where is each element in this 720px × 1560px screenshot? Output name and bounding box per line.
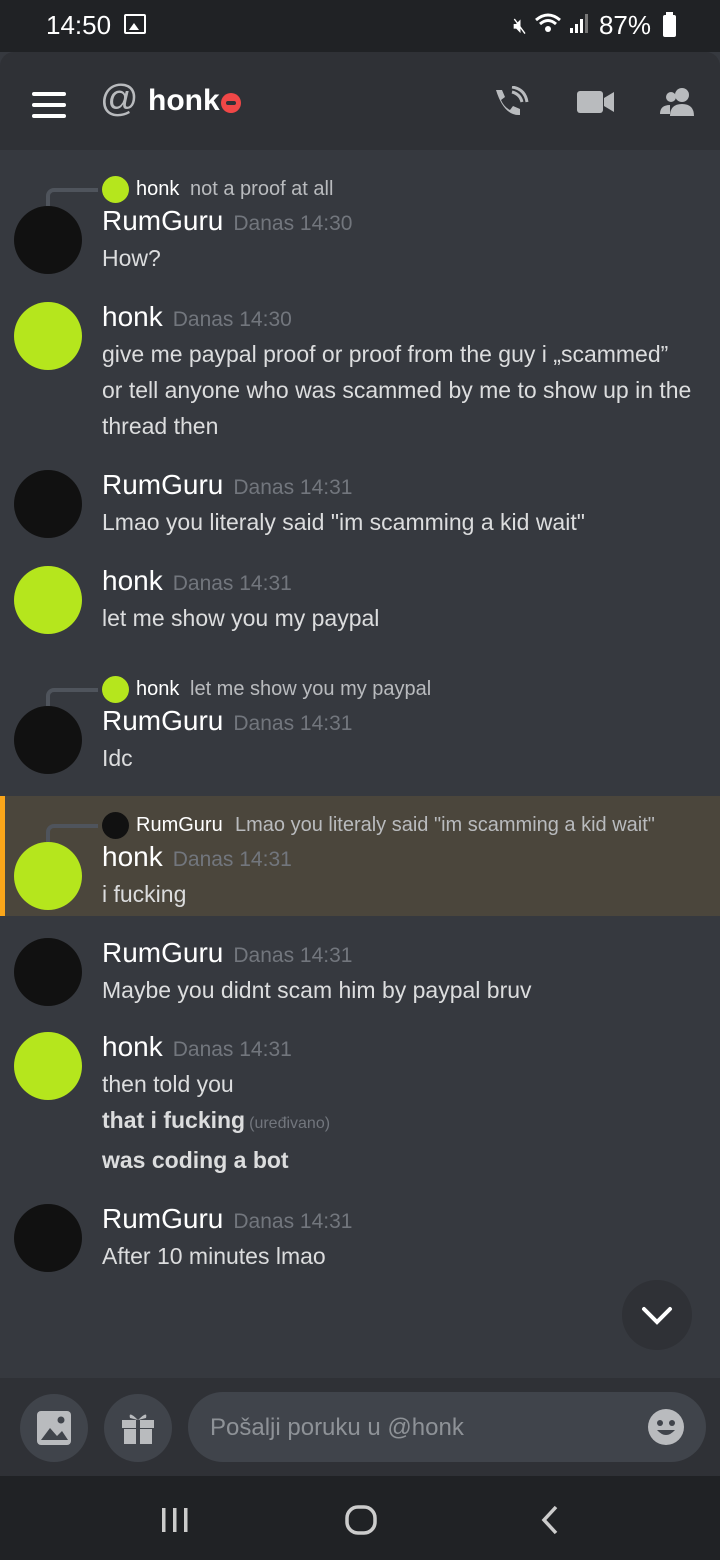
menu-icon[interactable] [32, 92, 66, 125]
video-call-icon[interactable] [576, 86, 616, 118]
timestamp: Danas 14:30 [172, 308, 292, 331]
at-icon: @ [100, 78, 139, 120]
avatar[interactable] [14, 706, 82, 774]
status-bar: 14:50 🔇︎ 87% [0, 0, 720, 52]
image-notification-icon [124, 14, 146, 34]
gift-icon [122, 1414, 154, 1444]
author-name[interactable]: honk [102, 565, 163, 596]
timestamp: Danas 14:30 [233, 212, 353, 235]
highlighted-message[interactable]: RumGuru Lmao you literaly said "im scamm… [0, 796, 720, 916]
back-icon[interactable] [538, 1504, 562, 1536]
avatar[interactable] [14, 938, 82, 1006]
timestamp: Danas 14:31 [172, 572, 292, 595]
message-text: Lmao you literaly said "im scamming a ki… [102, 509, 585, 535]
reply-avatar [102, 676, 129, 703]
avatar[interactable] [14, 842, 82, 910]
image-icon [37, 1411, 71, 1445]
signal-icon [569, 12, 591, 40]
message-text: i fucking [102, 881, 187, 907]
reply-author: RumGuru [136, 814, 223, 836]
author-name[interactable]: RumGuru [102, 1203, 223, 1234]
emoji-button[interactable] [648, 1409, 684, 1445]
message[interactable]: RumGuru Danas 14:31 Idc [0, 702, 720, 796]
message-text: then told you [102, 1071, 234, 1097]
avatar[interactable] [14, 470, 82, 538]
author-name[interactable]: honk [102, 1031, 163, 1062]
wifi-icon [534, 12, 561, 40]
chevron-down-icon [642, 1307, 672, 1325]
reply-text: Lmao you literaly said "im scamming a ki… [235, 814, 655, 836]
timestamp: Danas 14:31 [172, 1038, 292, 1061]
message-text: that i fucking [102, 1107, 246, 1133]
timestamp: Danas 14:31 [233, 712, 353, 735]
reply-author: honk [136, 678, 180, 700]
reply-author: honk [136, 178, 180, 200]
recent-apps-icon[interactable] [160, 1506, 190, 1534]
message[interactable]: RumGuru Danas 14:31 Maybe you didnt scam … [0, 916, 720, 1028]
members-icon[interactable] [658, 86, 698, 118]
message[interactable]: RumGuru Danas 14:31 After 10 minutes lmao [0, 1200, 720, 1294]
message[interactable]: honk Danas 14:31 then told you that i fuc… [0, 1028, 720, 1200]
timestamp: Danas 14:31 [233, 944, 353, 967]
author-name[interactable]: RumGuru [102, 205, 223, 236]
avatar[interactable] [14, 566, 82, 634]
reply-preview[interactable]: honk not a proof at all [0, 160, 720, 206]
author-name[interactable]: honk [102, 841, 163, 872]
timestamp: Danas 14:31 [172, 848, 292, 871]
jump-to-bottom-button[interactable] [622, 1280, 692, 1350]
message[interactable]: RumGuru Danas 14:31 Lmao you literaly sai… [0, 466, 720, 562]
timestamp: Danas 14:31 [233, 1210, 353, 1233]
avatar[interactable] [14, 302, 82, 370]
author-name[interactable]: RumGuru [102, 705, 223, 736]
avatar[interactable] [14, 1032, 82, 1100]
reply-avatar [102, 176, 129, 203]
mute-icon: 🔇︎ [513, 12, 527, 38]
author-name[interactable]: RumGuru [102, 469, 223, 500]
dm-title: honk [148, 84, 220, 117]
gift-button[interactable] [104, 1394, 172, 1462]
reply-text: let me show you my paypal [190, 678, 432, 700]
battery-icon [663, 11, 676, 37]
message[interactable]: honk Danas 14:31 let me show you my paypa… [0, 562, 720, 650]
message[interactable]: honk Danas 14:30 give me paypal proof or … [0, 298, 720, 466]
smiley-icon [657, 1420, 675, 1435]
message-input-placeholder: Pošalji poruku u @honk [210, 1414, 464, 1441]
message-text: Maybe you didnt scam him by paypal bruv [102, 977, 532, 1003]
author-name[interactable]: RumGuru [102, 937, 223, 968]
message-input[interactable]: Pošalji poruku u @honk [188, 1392, 706, 1462]
edited-label: (uređivano) [249, 1115, 331, 1132]
message-text: After 10 minutes lmao [102, 1243, 326, 1269]
timestamp: Danas 14:31 [233, 476, 353, 499]
system-nav-bar [0, 1476, 720, 1560]
reply-avatar [102, 812, 129, 839]
avatar[interactable] [14, 1204, 82, 1272]
message[interactable]: honk Danas 14:31 i fucking [5, 838, 720, 912]
message-text: Idc [102, 745, 133, 771]
message-text: or tell anyone who was scammed by me to … [102, 377, 692, 439]
message-text: How? [102, 245, 161, 271]
reply-preview[interactable]: honk let me show you my paypal [0, 660, 720, 706]
dnd-status-icon [221, 93, 241, 113]
home-icon[interactable] [344, 1504, 378, 1536]
status-time: 14:50 [46, 10, 112, 40]
avatar[interactable] [14, 206, 82, 274]
reply-preview[interactable]: RumGuru Lmao you literaly said "im scamm… [5, 796, 720, 842]
message-text: was coding a bot [102, 1147, 289, 1173]
message-text: give me paypal proof or proof from the g… [102, 341, 669, 367]
message[interactable]: RumGuru Danas 14:30 How? [0, 202, 720, 298]
author-name[interactable]: honk [102, 301, 163, 332]
message-text: let me show you my paypal [102, 605, 380, 631]
attach-image-button[interactable] [20, 1394, 88, 1462]
message-list[interactable]: honk not a proof at all RumGuru Danas 14:… [0, 150, 720, 1378]
battery-percent: 87% [598, 10, 651, 40]
reply-text: not a proof at all [190, 178, 334, 200]
message-composer: Pošalji poruku u @honk [0, 1378, 720, 1476]
channel-header: @ honk [0, 52, 720, 150]
voice-call-icon[interactable] [490, 86, 530, 118]
